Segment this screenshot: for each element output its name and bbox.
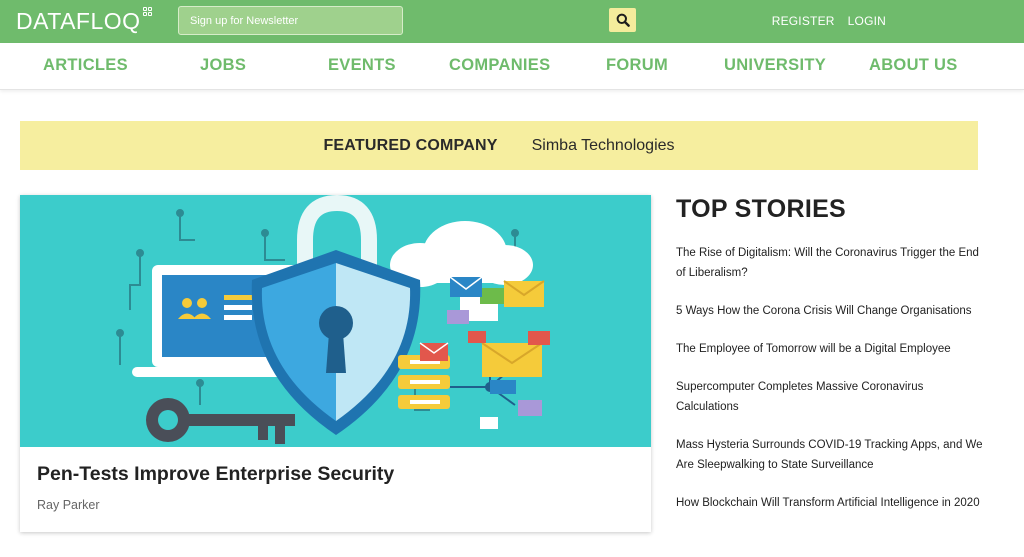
register-link[interactable]: REGISTER	[772, 14, 835, 28]
newsletter-field-wrapper	[178, 6, 403, 35]
top-story-link[interactable]: How Blockchain Will Transform Artificial…	[676, 493, 986, 513]
top-bar: DATAFLOQ REGISTER LOGIN	[0, 0, 1024, 43]
featured-company-link[interactable]: Simba Technologies	[532, 137, 675, 155]
top-story-link[interactable]: 5 Ways How the Corona Crisis Will Change…	[676, 301, 986, 321]
featured-company-banner: FEATURED COMPANY Simba Technologies	[20, 121, 978, 170]
nav-item-jobs[interactable]: JOBS	[200, 56, 246, 75]
search-icon	[616, 13, 630, 27]
top-story-link[interactable]: Mass Hysteria Surrounds COVID-19 Trackin…	[676, 435, 986, 475]
top-story-link[interactable]: The Rise of Digitalism: Will the Coronav…	[676, 243, 986, 283]
nav-item-articles[interactable]: ARTICLES	[43, 56, 128, 75]
search-button[interactable]	[609, 8, 636, 32]
featured-article-card[interactable]: Pen-Tests Improve Enterprise Security Ra…	[20, 195, 651, 532]
top-story-link[interactable]: The Employee of Tomorrow will be a Digit…	[676, 339, 986, 359]
login-link[interactable]: LOGIN	[848, 14, 886, 28]
main-nav: ARTICLES JOBS EVENTS COMPANIES FORUM UNI…	[0, 43, 1024, 90]
nav-item-about-us[interactable]: ABOUT US	[869, 56, 958, 75]
top-story-link[interactable]: Supercomputer Completes Massive Coronavi…	[676, 377, 986, 417]
newsletter-input[interactable]	[179, 7, 402, 34]
article-author: Ray Parker	[37, 498, 100, 512]
article-title[interactable]: Pen-Tests Improve Enterprise Security	[37, 463, 394, 486]
top-stories-section: TOP STORIES The Rise of Digitalism: Will…	[676, 195, 996, 509]
account-links: REGISTER LOGIN	[772, 14, 886, 28]
nav-item-university[interactable]: UNIVERSITY	[724, 56, 826, 75]
nav-item-forum[interactable]: FORUM	[606, 56, 668, 75]
logo-dots-icon	[142, 7, 153, 17]
nav-item-events[interactable]: EVENTS	[328, 56, 396, 75]
nav-item-companies[interactable]: COMPANIES	[449, 56, 550, 75]
security-shield-illustration	[116, 195, 550, 444]
featured-company-label: FEATURED COMPANY	[323, 136, 498, 154]
article-image[interactable]	[20, 195, 651, 447]
logo-text: DATAFLOQ	[16, 8, 141, 34]
logo[interactable]: DATAFLOQ	[16, 7, 153, 35]
top-stories-heading: TOP STORIES	[676, 195, 847, 223]
